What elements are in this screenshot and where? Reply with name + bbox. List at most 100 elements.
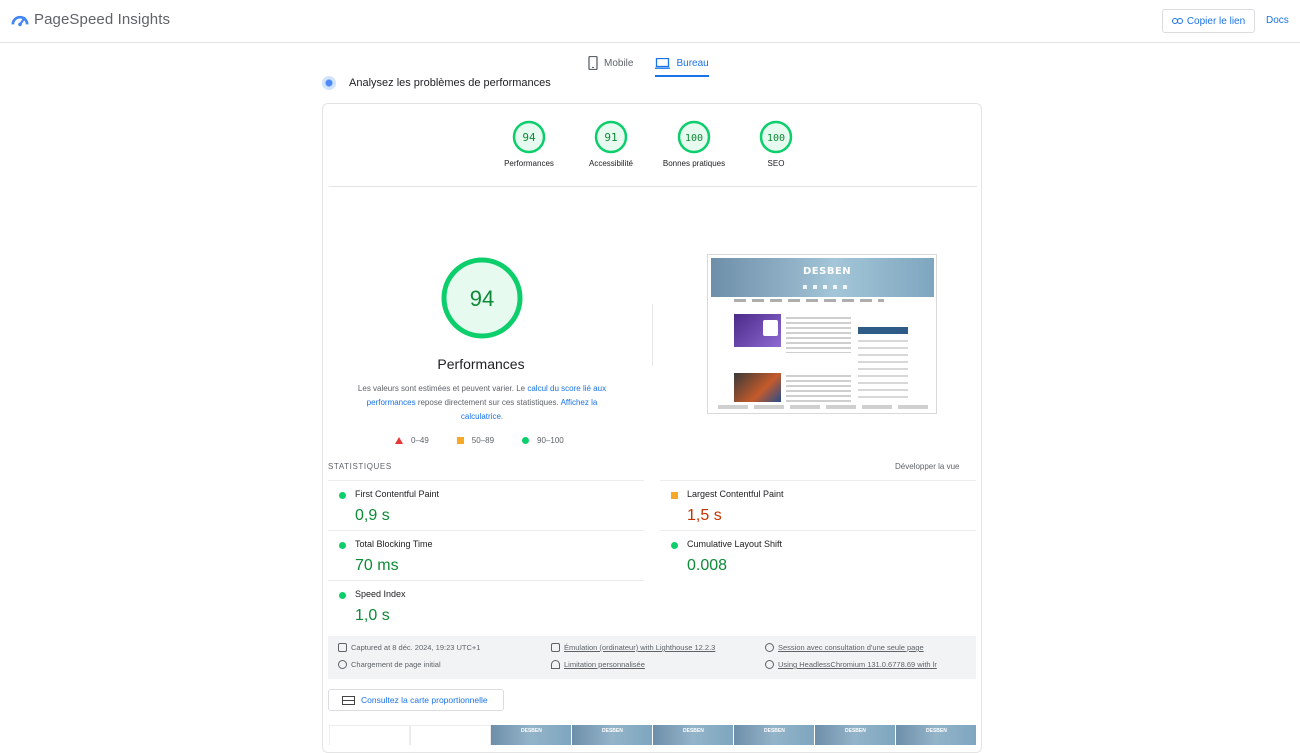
- filmstrip-frame: [653, 725, 734, 745]
- env-browser[interactable]: Using HeadlessChromium 131.0.6778.69 wit…: [765, 660, 937, 669]
- expand-view-toggle[interactable]: Développer la vue: [895, 462, 959, 471]
- svg-text:100: 100: [767, 133, 785, 144]
- tab-mobile[interactable]: Mobile: [588, 52, 633, 74]
- treemap-label: Consultez la carte proportionnelle: [361, 695, 488, 705]
- legend-poor: 0–49: [395, 436, 429, 445]
- env-captured: Captured at 8 déc. 2024, 19:23 UTC+1: [338, 643, 480, 652]
- pagespeed-logo-icon: [11, 15, 29, 27]
- metric-name: Total Blocking Time: [355, 539, 433, 549]
- env-text: Session avec consultation d'une seule pa…: [778, 643, 924, 652]
- metric-value: 70 ms: [355, 557, 399, 574]
- good-indicator-icon: [339, 592, 346, 599]
- filmstrip-frame: [734, 725, 815, 745]
- env-session[interactable]: Session avec consultation d'une seule pa…: [765, 643, 924, 652]
- docs-link[interactable]: Docs: [1266, 15, 1289, 26]
- tab-mobile-label: Mobile: [604, 57, 634, 69]
- gauge-label: Bonnes pratiques: [662, 159, 726, 168]
- copy-link-label: Copier le lien: [1186, 15, 1246, 27]
- gauge-accessibility[interactable]: 91 Accessibilité: [566, 120, 656, 168]
- metric-value: 1,5 s: [687, 507, 722, 524]
- analyze-title: Analysez les problèmes de performances: [349, 77, 551, 89]
- svg-text:100: 100: [685, 133, 703, 144]
- category-gauges: 94 Performances 91 Accessibilité 100 Bon…: [323, 120, 983, 190]
- desc-text: Les valeurs sont estimées et peuvent var…: [357, 384, 528, 393]
- gauge-label: Performances: [504, 159, 554, 168]
- square-icon: [456, 437, 464, 444]
- env-text: Captured at 8 déc. 2024, 19:23 UTC+1: [351, 643, 481, 652]
- metric-tbt: Total Blocking Time 70 ms: [328, 530, 644, 580]
- gauge-performance[interactable]: 94 Performances: [484, 120, 574, 168]
- site-nav: [734, 299, 884, 302]
- device-tabs: Mobile Bureau: [588, 52, 709, 77]
- gauge-seo[interactable]: 100 SEO: [731, 120, 821, 168]
- tab-desktop-label: Bureau: [676, 57, 709, 69]
- site-sidebar: [858, 327, 908, 407]
- copy-link-button[interactable]: Copier le lien: [1162, 9, 1255, 33]
- tab-desktop[interactable]: Bureau: [655, 52, 709, 77]
- final-screenshot: DESBEN: [707, 254, 937, 414]
- svg-text:94: 94: [470, 286, 494, 311]
- score-ring-icon: 91: [594, 120, 628, 154]
- site-logo: DESBEN: [803, 266, 852, 277]
- metric-name: Cumulative Layout Shift: [687, 539, 783, 549]
- cookie-bar: [718, 405, 928, 409]
- performance-title: Performances: [437, 356, 525, 372]
- report-card: 94 Performances 91 Accessibilité 100 Bon…: [322, 103, 982, 753]
- metric-value: 1,0 s: [355, 607, 390, 624]
- filmstrip-frame: [572, 725, 653, 745]
- filmstrip-frame: [896, 725, 977, 745]
- top-bar: PageSpeed Insights Copier le lien Docs: [0, 0, 1300, 43]
- vertical-divider: [652, 304, 653, 366]
- sidebar-header: [858, 327, 908, 334]
- metric-name: First Contentful Paint: [355, 489, 440, 499]
- app-title: PageSpeed Insights: [34, 10, 171, 28]
- score-legend: 0–49 50–89 90–100: [395, 436, 564, 445]
- performance-description: Les valeurs sont estimées et peuvent var…: [351, 382, 613, 424]
- analyze-indicator-icon: [322, 76, 336, 90]
- post-thumbnail: [734, 314, 781, 347]
- metric-name: Largest Contentful Paint: [687, 489, 784, 499]
- filmstrip-frame: [329, 725, 410, 745]
- env-emulation[interactable]: Émulation (ordinateur) with Lighthouse 1…: [551, 643, 715, 652]
- view-treemap-button[interactable]: Consultez la carte proportionnelle: [328, 689, 504, 711]
- good-indicator-icon: [339, 542, 346, 549]
- chrome-icon: [765, 660, 774, 669]
- legend-range: 90–100: [537, 436, 564, 445]
- social-icons: [803, 285, 849, 289]
- sidebar-lines: [858, 340, 908, 402]
- env-text: Chargement de page initial: [351, 660, 441, 669]
- average-indicator-icon: [671, 492, 678, 499]
- timer-icon: [338, 660, 347, 669]
- calendar-icon: [338, 643, 347, 652]
- env-load: Chargement de page initial: [338, 660, 441, 669]
- wifi-icon: [551, 660, 560, 669]
- good-indicator-icon: [339, 492, 346, 499]
- svg-text:91: 91: [604, 131, 617, 144]
- brand[interactable]: PageSpeed Insights: [11, 10, 170, 28]
- laptop-icon: [551, 643, 560, 652]
- metric-lcp: Largest Contentful Paint 1,5 s: [660, 480, 976, 530]
- circle-icon: [522, 437, 530, 444]
- treemap-icon: [342, 695, 355, 705]
- score-ring-icon: 100: [759, 120, 793, 154]
- metric-cls: Cumulative Layout Shift 0.008: [660, 530, 976, 580]
- performance-score-gauge: 94: [441, 257, 523, 339]
- legend-range: 50–89: [471, 436, 495, 445]
- filmstrip-frame: [815, 725, 896, 745]
- metric-fcp: First Contentful Paint 0,9 s: [328, 480, 644, 530]
- runtime-settings: Captured at 8 déc. 2024, 19:23 UTC+1 Ému…: [328, 636, 976, 679]
- link-icon: [1171, 18, 1183, 24]
- post-text: [786, 375, 851, 403]
- legend-good: 90–100: [522, 436, 564, 445]
- env-text: Using HeadlessChromium 131.0.6778.69 wit…: [778, 660, 937, 669]
- triangle-icon: [395, 437, 403, 444]
- env-text: Limitation personnalisée: [564, 660, 645, 669]
- filmstrip-frame: [491, 725, 572, 745]
- legend-average: 50–89: [456, 436, 495, 445]
- good-indicator-icon: [671, 542, 678, 549]
- metric-value: 0,9 s: [355, 507, 390, 524]
- gauge-best-practices[interactable]: 100 Bonnes pratiques: [649, 120, 739, 168]
- svg-text:94: 94: [522, 131, 536, 144]
- desktop-icon: [655, 57, 671, 69]
- env-throttling[interactable]: Limitation personnalisée: [551, 660, 645, 669]
